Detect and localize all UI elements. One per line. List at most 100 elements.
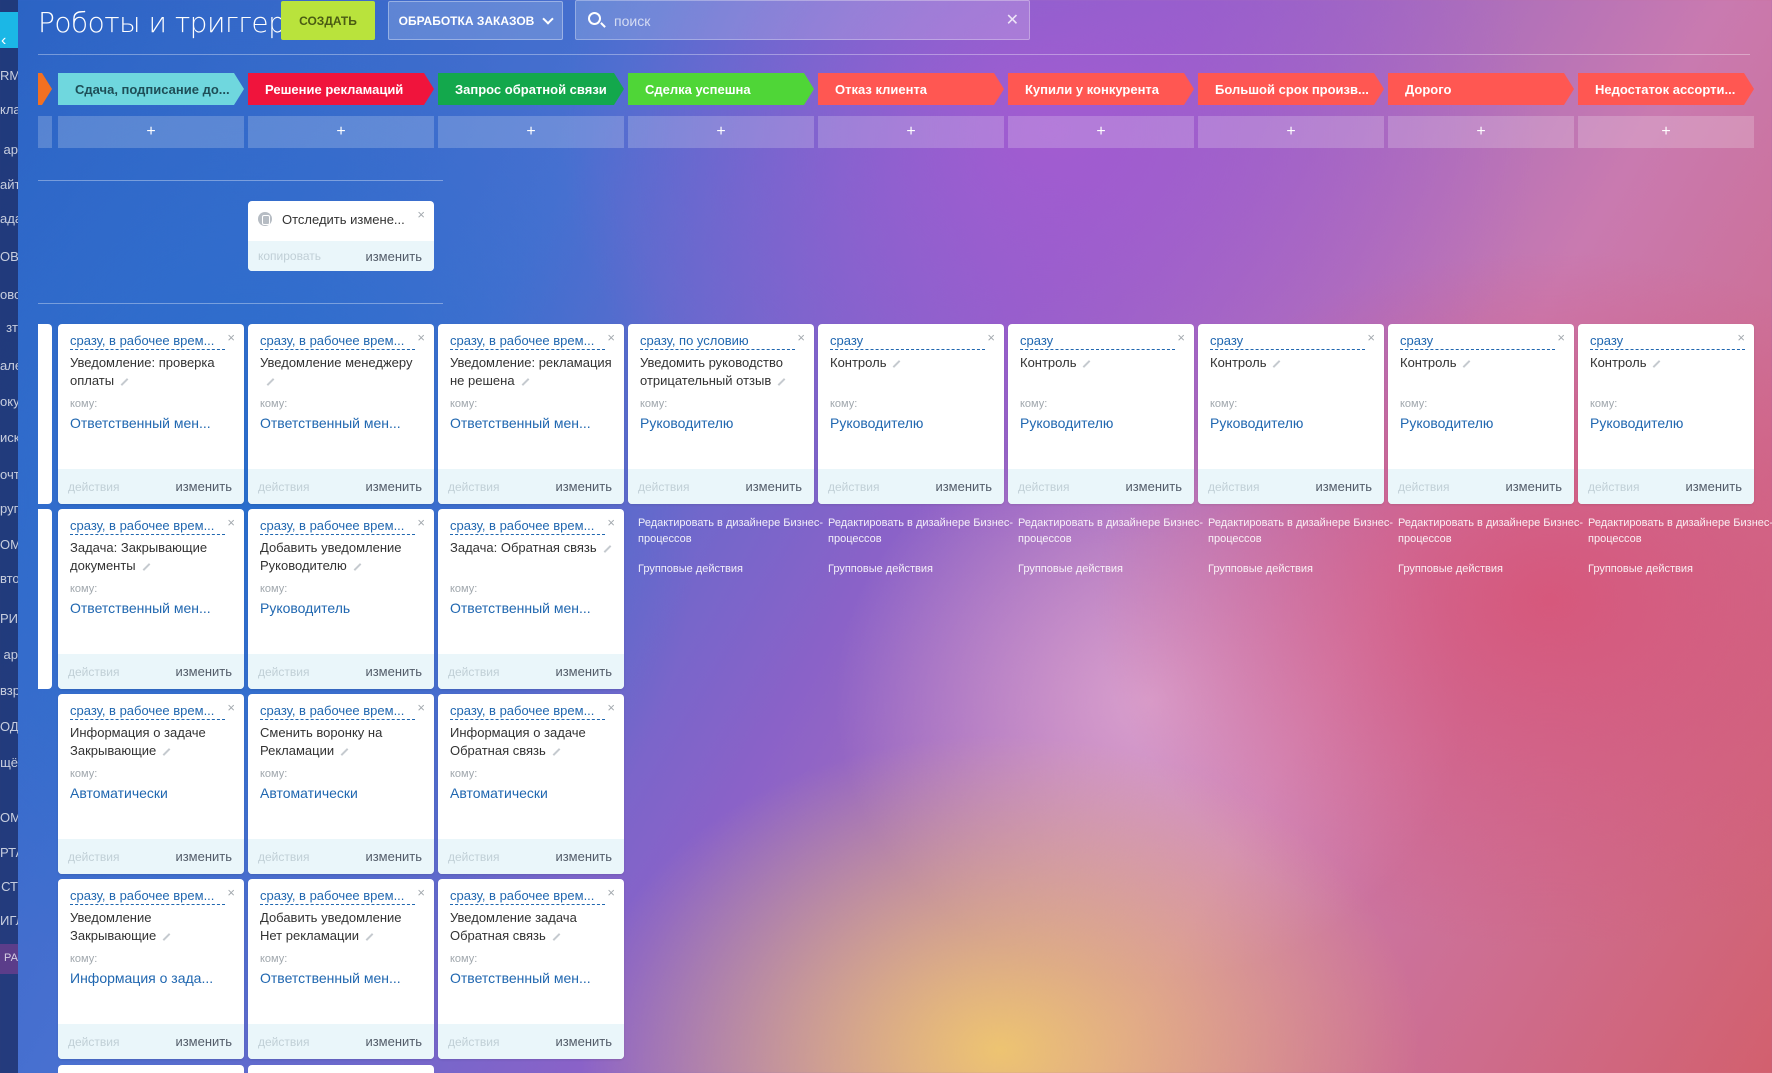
pencil-icon[interactable]: [162, 747, 171, 756]
robot-condition-link[interactable]: сразу, в рабочее врем...: [260, 333, 415, 350]
sidebar-nav-item[interactable]: але: [0, 358, 18, 373]
stage-column-header[interactable]: Сдача, подписание до...: [58, 73, 244, 105]
pencil-icon[interactable]: [1463, 359, 1471, 368]
robot-card-peek[interactable]: [58, 1065, 244, 1073]
edit-link[interactable]: изменить: [175, 664, 232, 679]
robot-card-peek[interactable]: [248, 1065, 434, 1073]
edit-link[interactable]: изменить: [555, 1034, 612, 1049]
actions-link[interactable]: действия: [258, 480, 309, 494]
add-robot-button[interactable]: +: [248, 116, 434, 148]
sidebar-nav-item[interactable]: RM: [0, 68, 18, 83]
pipeline-select[interactable]: ОБРАБОТКА ЗАКАЗОВ: [388, 1, 563, 40]
actions-link[interactable]: действия: [448, 850, 499, 864]
copy-link[interactable]: копировать: [258, 249, 321, 263]
actions-link[interactable]: действия: [448, 480, 499, 494]
add-robot-button[interactable]: +: [1578, 116, 1754, 148]
edit-link[interactable]: изменить: [555, 849, 612, 864]
edit-link[interactable]: изменить: [175, 1034, 232, 1049]
recipient-link[interactable]: Автоматически: [70, 785, 235, 801]
robot-card[interactable]: сразу, в рабочее врем... × Информация о за…: [438, 694, 624, 874]
actions-link[interactable]: действия: [638, 480, 689, 494]
robot-condition-link[interactable]: сразу, в рабочее врем...: [450, 333, 605, 350]
add-robot-button[interactable]: [38, 116, 52, 148]
pencil-icon[interactable]: [365, 932, 374, 941]
actions-link[interactable]: действия: [68, 1035, 119, 1049]
robot-card-stub[interactable]: [38, 509, 52, 689]
close-icon[interactable]: ×: [417, 885, 425, 900]
sidebar-nav-item[interactable]: оку: [0, 394, 18, 409]
close-icon[interactable]: ×: [1557, 330, 1565, 345]
create-button[interactable]: СОЗДАТЬ: [281, 1, 375, 40]
edit-link[interactable]: изменить: [1505, 479, 1562, 494]
robot-condition-link[interactable]: сразу, в рабочее врем...: [260, 518, 415, 535]
recipient-link[interactable]: Ответственный мен...: [450, 415, 615, 431]
edit-link[interactable]: изменить: [365, 249, 422, 264]
add-robot-button[interactable]: +: [58, 116, 244, 148]
group-actions-link[interactable]: Групповые действия: [1588, 561, 1772, 577]
recipient-link[interactable]: Информация о зада...: [70, 970, 235, 986]
robot-card[interactable]: сразу, в рабочее врем... × Уведомление Зак…: [58, 879, 244, 1059]
recipient-link[interactable]: Ответственный мен...: [450, 600, 615, 616]
close-icon[interactable]: ×: [417, 330, 425, 345]
edit-link[interactable]: изменить: [555, 479, 612, 494]
robot-condition-link[interactable]: сразу, в рабочее врем...: [450, 703, 605, 720]
robot-card[interactable]: сразу, в рабочее врем... × Задача: Закрыва…: [58, 509, 244, 689]
recipient-link[interactable]: Ответственный мен...: [260, 970, 425, 986]
robot-card[interactable]: сразу × Контроль кому: Руководителю действия и…: [1578, 324, 1754, 504]
pencil-icon[interactable]: [340, 747, 349, 756]
pencil-icon[interactable]: [552, 932, 561, 941]
robot-card[interactable]: сразу, в рабочее врем... × Уведомление зад…: [438, 879, 624, 1059]
designer-link[interactable]: Редактировать в дизайнере Бизнес-процесс…: [1588, 517, 1772, 545]
sidebar-nav-item[interactable]: ОМ: [0, 537, 18, 552]
robot-condition-link[interactable]: сразу, в рабочее врем...: [70, 518, 225, 535]
pencil-icon[interactable]: [603, 544, 612, 553]
stage-column-header[interactable]: Недостаток ассорти...: [1578, 73, 1754, 105]
robot-condition-link[interactable]: сразу, в рабочее врем...: [260, 703, 415, 720]
robot-condition-link[interactable]: сразу, в рабочее врем...: [70, 888, 225, 905]
actions-link[interactable]: действия: [258, 665, 309, 679]
sidebar-nav-item[interactable]: айт: [0, 177, 18, 192]
search-input[interactable]: [614, 9, 974, 33]
close-icon[interactable]: ×: [417, 515, 425, 530]
group-actions-link[interactable]: Групповые действия: [1208, 561, 1394, 577]
stage-column-header[interactable]: Большой срок произв...: [1198, 73, 1384, 105]
robot-card[interactable]: сразу × Контроль кому: Руководителю действия и…: [1008, 324, 1194, 504]
clear-search-icon[interactable]: ✕: [1006, 10, 1019, 30]
stage-column-header[interactable]: Дорого: [1388, 73, 1574, 105]
pencil-icon[interactable]: [893, 359, 901, 368]
designer-link[interactable]: Редактировать в дизайнере Бизнес-процесс…: [828, 517, 1013, 545]
recipient-link[interactable]: Руководитель: [260, 600, 425, 616]
actions-link[interactable]: действия: [1208, 480, 1259, 494]
recipient-link[interactable]: Руководителю: [830, 415, 995, 431]
designer-link[interactable]: Редактировать в дизайнере Бизнес-процесс…: [1398, 517, 1583, 545]
pencil-icon[interactable]: [1083, 359, 1091, 368]
close-icon[interactable]: ×: [607, 885, 615, 900]
pencil-icon[interactable]: [120, 377, 129, 386]
edit-link[interactable]: изменить: [935, 479, 992, 494]
group-actions-link[interactable]: Групповые действия: [638, 561, 824, 577]
robot-card[interactable]: сразу, в рабочее врем... × Добавить уведом…: [248, 879, 434, 1059]
robot-condition-link[interactable]: сразу, в рабочее врем...: [450, 518, 605, 535]
robot-condition-link[interactable]: сразу, в рабочее врем...: [70, 333, 225, 350]
edit-link[interactable]: изменить: [175, 849, 232, 864]
add-robot-button[interactable]: +: [1198, 116, 1384, 148]
sidebar-nav-item[interactable]: взр: [0, 683, 18, 698]
robot-card[interactable]: сразу, в рабочее врем... × Уведомление: ре…: [438, 324, 624, 504]
actions-link[interactable]: действия: [68, 665, 119, 679]
sidebar-nav-item[interactable]: кла: [0, 102, 18, 117]
edit-link[interactable]: изменить: [1685, 479, 1742, 494]
robot-card[interactable]: сразу, по условию × Уведомить руководство …: [628, 324, 814, 504]
group-actions-link[interactable]: Групповые действия: [1018, 561, 1204, 577]
add-robot-button[interactable]: +: [1388, 116, 1574, 148]
sidebar-nav-item[interactable]: ИГЛ: [0, 913, 18, 928]
close-icon[interactable]: ×: [607, 330, 615, 345]
actions-link[interactable]: действия: [68, 850, 119, 864]
recipient-link[interactable]: Автоматически: [450, 785, 615, 801]
robot-card[interactable]: сразу × Контроль кому: Руководителю действия и…: [818, 324, 1004, 504]
close-icon[interactable]: ×: [227, 700, 235, 715]
robot-card[interactable]: сразу, в рабочее врем... × Задача: Обратна…: [438, 509, 624, 689]
sidebar-nav-item[interactable]: вто: [0, 571, 18, 586]
edit-link[interactable]: изменить: [555, 664, 612, 679]
robot-card[interactable]: сразу × Контроль кому: Руководителю действия и…: [1388, 324, 1574, 504]
sidebar-nav-item[interactable]: РА: [0, 944, 18, 974]
